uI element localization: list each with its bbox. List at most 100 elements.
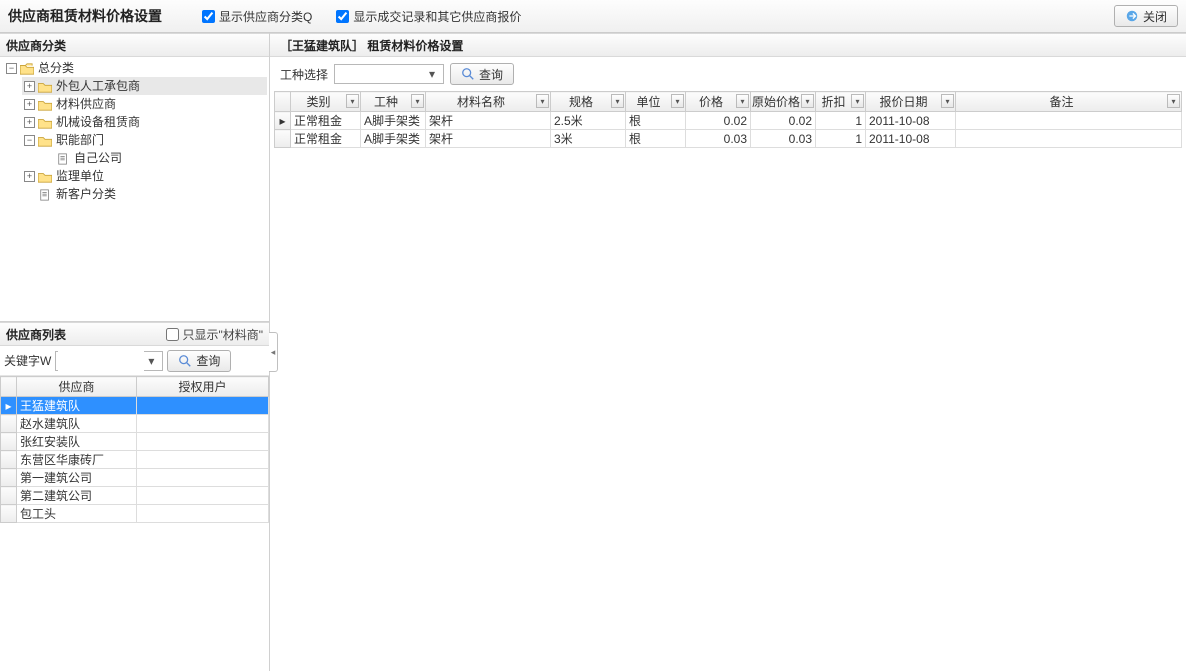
filter-icon[interactable]: ▾ [611,94,624,108]
collapse-icon[interactable]: − [6,63,17,74]
filter-icon[interactable]: ▾ [411,94,424,108]
cell-auth [137,469,269,487]
row-indicator: ▸ [1,397,17,415]
col-price[interactable]: 价格▾ [686,92,751,112]
tree-node-outsource[interactable]: + 外包人工承包商 [22,77,267,95]
right-filter-row: 工种选择 ▾ 查询 [270,57,1186,91]
cell-supplier: 第一建筑公司 [17,469,137,487]
col-supplier[interactable]: 供应商 [17,377,137,397]
cell-mat: 架杆 [426,112,551,130]
filter-icon[interactable]: ▾ [1167,94,1180,108]
col-spec[interactable]: 规格▾ [551,92,626,112]
tree-node-self[interactable]: 自己公司 [40,149,267,167]
price-table: 类别▾ 工种▾ 材料名称▾ 规格▾ 单位▾ 价格▾ 原始价格▾ 折扣▾ 报价日期… [274,91,1182,148]
table-row[interactable]: 第二建筑公司 [1,487,269,505]
tree-node-newcat[interactable]: 新客户分类 [22,185,267,203]
cell-mat: 架杆 [426,130,551,148]
col-auth[interactable]: 授权用户 [137,377,269,397]
cell-date: 2011-10-08 [866,130,956,148]
keyword-label: 关键字W [4,352,51,369]
filter-icon[interactable]: ▾ [851,94,864,108]
row-indicator [1,415,17,433]
tree-node-root[interactable]: − 总分类 [4,59,267,77]
checkbox-only-material-label: 只显示"材料商" [182,326,263,343]
filter-icon[interactable]: ▾ [346,94,359,108]
filter-icon[interactable]: ▾ [801,94,814,108]
worktype-input[interactable] [337,67,425,82]
right-column: ［王猛建筑队］ 租赁材料价格设置 工种选择 ▾ 查询 [270,33,1186,671]
cell-price: 0.02 [686,112,751,130]
cell-supplier: 第二建筑公司 [17,487,137,505]
top-toolbar: 供应商租赁材料价格设置 显示供应商分类Q 显示成交记录和其它供应商报价 关闭 [0,0,1186,33]
row-indicator [1,487,17,505]
chevron-down-icon[interactable]: ▾ [425,67,439,81]
cell-wt: A脚手架类 [361,130,426,148]
keyword-combo[interactable]: ▾ [55,351,163,371]
tree-node-material[interactable]: + 材料供应商 [22,95,267,113]
tree-node-dept[interactable]: − 职能部门 [22,131,267,149]
collapse-handle[interactable]: ◂ [269,332,278,372]
checkbox-only-material[interactable]: 只显示"材料商" [166,326,263,343]
keyword-input[interactable] [58,351,144,371]
price-search-button[interactable]: 查询 [450,63,514,85]
table-row[interactable]: 张红安装队 [1,433,269,451]
cell-supplier: 张红安装队 [17,433,137,451]
close-button[interactable]: 关闭 [1114,5,1178,27]
checkbox-show-records-input[interactable] [336,10,349,23]
checkbox-only-material-input[interactable] [166,328,179,341]
checkbox-show-category-input[interactable] [202,10,215,23]
tree-node-machine[interactable]: + 机械设备租赁商 [22,113,267,131]
checkbox-show-category[interactable]: 显示供应商分类Q [202,8,312,25]
col-material[interactable]: 材料名称▾ [426,92,551,112]
right-title-prefix: ［王猛建筑队］ [280,37,364,54]
filter-icon[interactable]: ▾ [736,94,749,108]
filter-icon[interactable]: ▾ [671,94,684,108]
cell-cat: 正常租金 [291,112,361,130]
filter-icon[interactable]: ▾ [941,94,954,108]
table-row[interactable]: 包工头 [1,505,269,523]
right-header: ［王猛建筑队］ 租赁材料价格设置 [270,33,1186,57]
cell-unit: 根 [626,130,686,148]
cell-disc: 1 [816,112,866,130]
table-row[interactable]: ▸王猛建筑队 [1,397,269,415]
close-button-label: 关闭 [1143,8,1167,25]
col-category[interactable]: 类别▾ [291,92,361,112]
table-row[interactable]: 东营区华康砖厂 [1,451,269,469]
row-indicator [1,505,17,523]
folder-open-icon [38,134,52,146]
tree-node-supervise[interactable]: + 监理单位 [22,167,267,185]
category-panel-title: 供应商分类 [6,37,66,54]
checkbox-show-records[interactable]: 显示成交记录和其它供应商报价 [336,8,521,25]
folder-icon [38,80,52,92]
col-orig[interactable]: 原始价格▾ [751,92,816,112]
supplier-search-button[interactable]: 查询 [167,350,231,372]
col-unit[interactable]: 单位▾ [626,92,686,112]
expand-icon[interactable]: + [24,81,35,92]
col-date[interactable]: 报价日期▾ [866,92,956,112]
col-worktype[interactable]: 工种▾ [361,92,426,112]
expand-icon[interactable]: + [24,117,35,128]
document-icon [56,152,70,164]
cell-supplier: 赵水建筑队 [17,415,137,433]
supplier-panel-header: 供应商列表 只显示"材料商" [0,322,269,346]
cell-unit: 根 [626,112,686,130]
table-row[interactable]: 第一建筑公司 [1,469,269,487]
chevron-down-icon[interactable]: ▾ [144,354,158,368]
col-disc[interactable]: 折扣▾ [816,92,866,112]
worktype-combo[interactable]: ▾ [334,64,444,84]
collapse-icon[interactable]: − [24,135,35,146]
row-indicator [275,130,291,148]
expand-icon[interactable]: + [24,99,35,110]
col-note[interactable]: 备注▾ [956,92,1182,112]
folder-open-icon [20,62,34,74]
tree-label: 材料供应商 [56,95,116,113]
filter-icon[interactable]: ▾ [536,94,549,108]
table-row[interactable]: ▸正常租金A脚手架类架杆2.5米根0.020.0212011-10-08 [275,112,1182,130]
table-row[interactable]: 赵水建筑队 [1,415,269,433]
cell-orig: 0.03 [751,130,816,148]
table-row[interactable]: 正常租金A脚手架类架杆3米根0.030.0312011-10-08 [275,130,1182,148]
worktype-label: 工种选择 [280,66,328,83]
expand-icon[interactable]: + [24,171,35,182]
search-icon [461,67,475,81]
cell-disc: 1 [816,130,866,148]
